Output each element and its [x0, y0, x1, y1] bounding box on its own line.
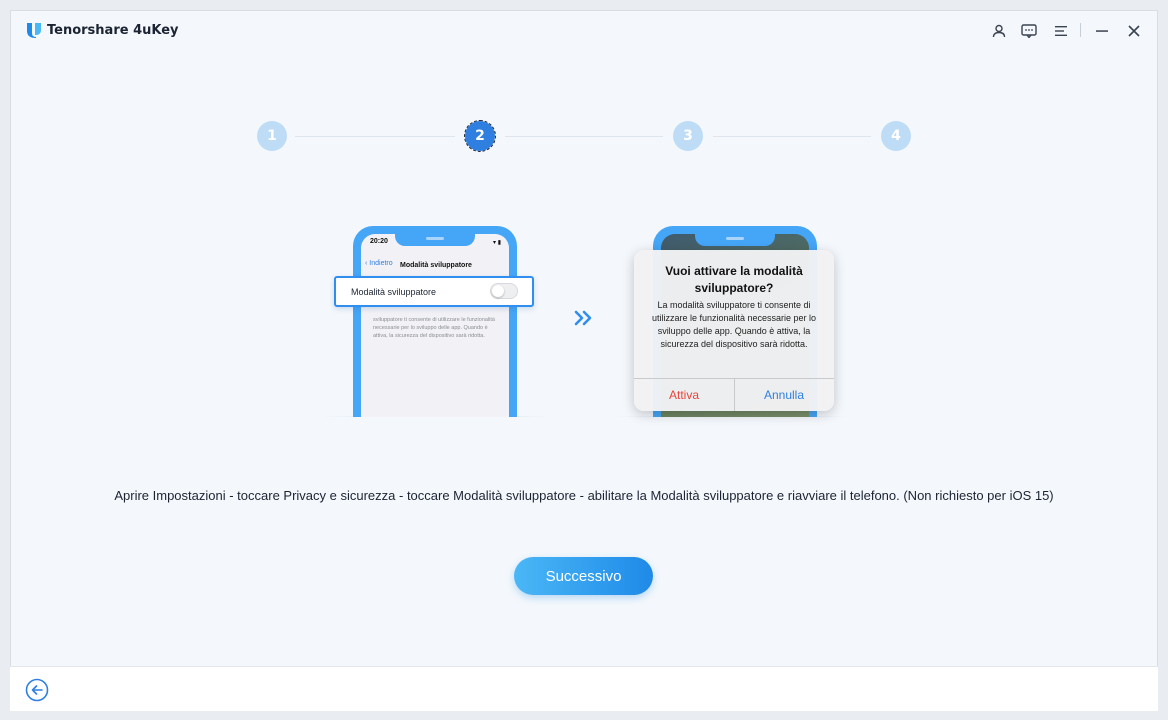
dialog-confirm-button: Attiva [668, 388, 699, 402]
back-link-label: Indietro [369, 260, 393, 267]
status-icons: ▾ ▮ [493, 240, 501, 246]
tenorshare-logo-icon [27, 23, 41, 38]
user-icon[interactable] [989, 21, 1009, 41]
double-chevron-right-icon [574, 310, 592, 326]
step-2: 2 [464, 120, 496, 152]
nav-title: Modalità sviluppatore [400, 262, 472, 269]
back-arrow-icon[interactable] [25, 678, 49, 702]
menu-icon[interactable] [1051, 21, 1071, 41]
phone-notch [395, 234, 475, 246]
instruction-text: Aprire Impostazioni - toccare Privacy e … [114, 488, 1054, 503]
developer-mode-card: Modalità sviluppatore [334, 276, 534, 307]
minimize-icon[interactable] [1092, 21, 1112, 41]
status-time: 20:20 [370, 238, 388, 245]
chevron-left-icon: ‹ [365, 260, 368, 267]
title-bar: Tenorshare 4uKey [11, 11, 1157, 51]
app-title: Tenorshare 4uKey [47, 23, 179, 38]
dialog-message: La modalità sviluppatore ti consente di … [651, 300, 817, 349]
next-button[interactable]: Successivo [514, 557, 653, 595]
step-3: 3 [673, 121, 703, 151]
app-window: Tenorshare 4uKey [10, 10, 1158, 710]
developer-mode-dialog: Vuoi attivare la modalità sviluppatore? … [634, 250, 834, 411]
phone-settings: 20:20 ▾ ▮ ‹ Indietro Modalità sviluppato… [353, 226, 517, 417]
step-4: 4 [881, 121, 911, 151]
step-connector [295, 136, 455, 137]
dialog-cancel-button: Annulla [763, 388, 805, 402]
step-1: 1 [257, 121, 287, 151]
footer-bar [10, 666, 1158, 711]
phone-screen: 20:20 ▾ ▮ ‹ Indietro Modalità sviluppato… [361, 234, 509, 417]
feedback-icon[interactable] [1019, 21, 1039, 41]
back-link: ‹ Indietro [365, 260, 393, 267]
phone-notch [695, 234, 775, 246]
titlebar-divider [1080, 23, 1081, 37]
step-connector [505, 136, 663, 137]
setting-description: sviluppatore ti consente di utilizzare l… [373, 317, 495, 339]
step-connector [713, 136, 871, 137]
close-icon[interactable] [1124, 21, 1144, 41]
developer-mode-label: Modalità sviluppatore [351, 287, 437, 297]
developer-mode-toggle [490, 283, 518, 299]
dialog-title: Vuoi attivare la modalità sviluppatore? [665, 264, 803, 295]
